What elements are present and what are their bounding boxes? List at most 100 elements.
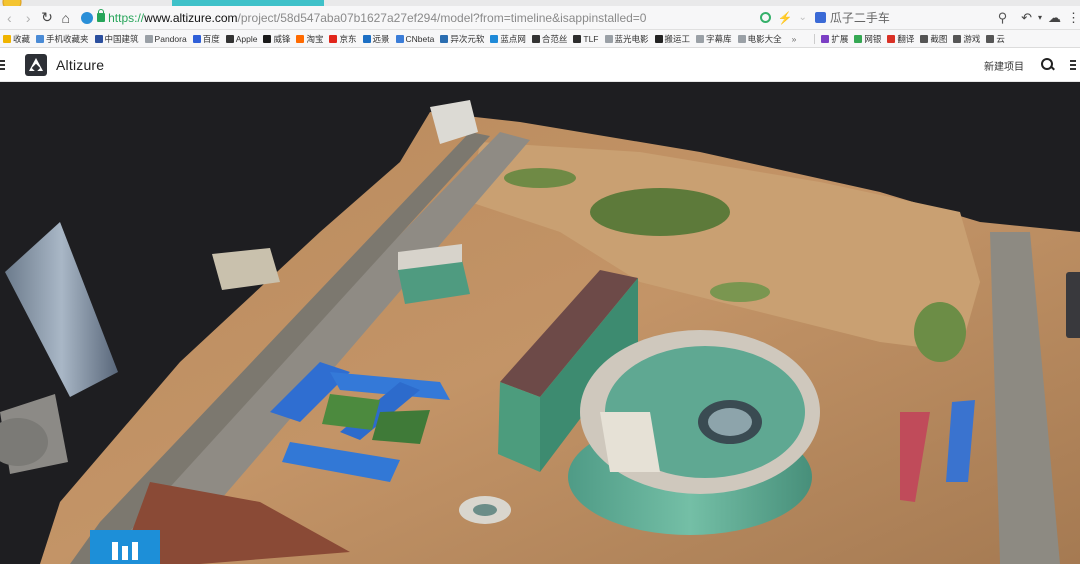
stadium-annex: [600, 412, 660, 472]
bookmark-label: 远景: [372, 33, 390, 44]
bookmark-building[interactable]: 中国建筑: [94, 33, 139, 45]
home-button[interactable]: ⌂: [56, 7, 75, 29]
bookmark-page[interactable]: 字幕库: [696, 33, 732, 45]
bank-icon: [854, 34, 863, 43]
url-scheme: https://: [108, 10, 145, 25]
bookmark-label: 手机收藏夹: [46, 33, 89, 44]
vegetation-patch: [914, 302, 966, 362]
bookmark-label: 合范丝: [541, 33, 568, 44]
url-field[interactable]: https:// www.altizure.com /project/58d54…: [81, 8, 646, 28]
bookmark-cnbeta[interactable]: CNbeta: [395, 33, 435, 44]
brand-name[interactable]: Altizure: [56, 57, 104, 73]
bookmark-game[interactable]: 游戏: [953, 33, 980, 45]
translate-icon: [887, 34, 896, 43]
bookmark-label: 淘宝: [306, 33, 324, 44]
bookmark-baidu[interactable]: 百度: [192, 33, 220, 45]
bookmark-label: 京东: [339, 33, 357, 44]
search-suggestion: 瓜子二手车: [829, 11, 890, 25]
bookmark-jd[interactable]: 京东: [329, 33, 357, 45]
bookmark-label: 截图: [930, 33, 948, 44]
bookmark-apple[interactable]: Apple: [225, 34, 257, 44]
cloud-sync-icon[interactable]: ☁: [1048, 10, 1061, 26]
bookmark-label: 扩展: [831, 33, 849, 44]
bookmark-phone[interactable]: 手机收藏夹: [36, 33, 89, 45]
forward-arrow-icon: ›: [25, 9, 31, 26]
banyun-icon: [654, 34, 663, 43]
dropdown-chevron-icon[interactable]: ⌄: [798, 12, 806, 23]
bookmarks-more-button[interactable]: »: [792, 34, 797, 44]
speed-mode-icon[interactable]: ⚡: [777, 11, 792, 25]
bookmark-hefansi[interactable]: 合范丝: [531, 33, 568, 45]
jd-icon: [329, 34, 338, 43]
bookmark-cloud[interactable]: 云: [986, 33, 1005, 45]
app-header: Altizure 新建项目: [0, 48, 1080, 82]
bookmark-label: Pandora: [154, 33, 187, 44]
bookmark-iplaysoft[interactable]: 异次元软: [440, 33, 484, 45]
taobao-icon: [296, 34, 305, 43]
undo-icon[interactable]: ↶: [1021, 10, 1032, 26]
chevron-down-icon[interactable]: ▾: [1038, 13, 1042, 22]
user-menu-icon[interactable]: [1070, 48, 1080, 82]
new-project-link[interactable]: 新建项目: [984, 58, 1024, 73]
home-icon: ⌂: [61, 9, 70, 26]
bookmark-label: CNbeta: [405, 33, 435, 44]
courtyard-green: [322, 394, 380, 430]
url-host: www.altizure.com: [144, 10, 238, 25]
search-icon[interactable]: ⚲: [994, 10, 1011, 26]
search-engine-icon: [814, 12, 826, 23]
iplaysoft-icon: [440, 34, 449, 43]
address-bar: ‹ › ↻ ⌂ https:// www.altizure.com /proje…: [0, 6, 1080, 30]
hamburger-menu-icon[interactable]: [0, 48, 18, 82]
bookmark-page[interactable]: 蓝光电影: [604, 33, 649, 45]
3d-model-render[interactable]: [0, 82, 1080, 564]
bookmark-taobao[interactable]: 淘宝: [296, 33, 323, 45]
bookmark-translate[interactable]: 翻译: [887, 33, 914, 45]
page-icon: [696, 34, 705, 43]
page-icon: [737, 34, 746, 43]
bookmark-scissors[interactable]: 截图: [920, 33, 947, 45]
bookmark-label: 蓝点网: [500, 33, 526, 44]
altizure-logo-icon[interactable]: [25, 53, 47, 76]
bookmark-weifeng[interactable]: 威锋: [263, 33, 290, 45]
bookmark-bank[interactable]: 网银: [854, 33, 881, 45]
watermark-logo-icon: [90, 530, 160, 564]
star-icon: [3, 34, 11, 43]
site-info-icon[interactable]: [81, 11, 94, 24]
phone-icon: [36, 34, 45, 43]
reload-icon: ↻: [41, 9, 53, 25]
back-arrow-icon: ‹: [7, 9, 12, 26]
forward-button[interactable]: ›: [19, 7, 38, 29]
search-icon[interactable]: [1040, 57, 1056, 73]
landian-icon: [490, 34, 499, 43]
extension-icon: [821, 34, 830, 43]
page-icon: [604, 34, 613, 43]
back-button[interactable]: ‹: [0, 7, 19, 29]
side-panel-toggle[interactable]: [1066, 272, 1080, 338]
bookmark-extension[interactable]: 扩展: [821, 33, 848, 45]
bookmark-tlf[interactable]: TLF: [573, 34, 599, 44]
bookmark-yuanjing[interactable]: 远景: [362, 33, 390, 45]
reload-button[interactable]: ↻: [38, 7, 57, 29]
bookmark-label: 中国建筑: [104, 33, 139, 44]
bookmark-landian[interactable]: 蓝点网: [490, 33, 526, 45]
vegetation-patch: [504, 168, 576, 188]
lock-icon: [97, 9, 106, 22]
cloud-icon: [986, 34, 995, 43]
bookmarks-bar: 收藏 手机收藏夹 中国建筑 Pandora 百度 Apple 威锋 淘宝 京东 远景 CNbeta 异…: [0, 30, 1080, 48]
bookmark-star[interactable]: 收藏: [3, 33, 30, 45]
bookmark-banyun[interactable]: 搬运工: [654, 33, 690, 45]
menu-more-icon[interactable]: ⋮: [1067, 10, 1080, 26]
vegetation-patch: [590, 188, 730, 236]
url-path: /project/58d547aba07b1627a27ef294/model?…: [237, 10, 647, 25]
model-viewport[interactable]: [0, 82, 1080, 564]
bookmark-label: 游戏: [963, 33, 981, 44]
baidu-icon: [192, 34, 201, 43]
bookmark-label: 翻译: [897, 33, 915, 44]
bookmark-page[interactable]: 电影大全: [737, 33, 782, 45]
game-icon: [953, 34, 962, 43]
bookmark-label: 威锋: [273, 33, 291, 44]
security-shield-icon[interactable]: [760, 12, 772, 23]
bookmark-label: 电影大全: [747, 33, 782, 44]
search-box[interactable]: 瓜子二手车: [814, 9, 994, 26]
bookmark-page[interactable]: Pandora: [144, 33, 187, 44]
